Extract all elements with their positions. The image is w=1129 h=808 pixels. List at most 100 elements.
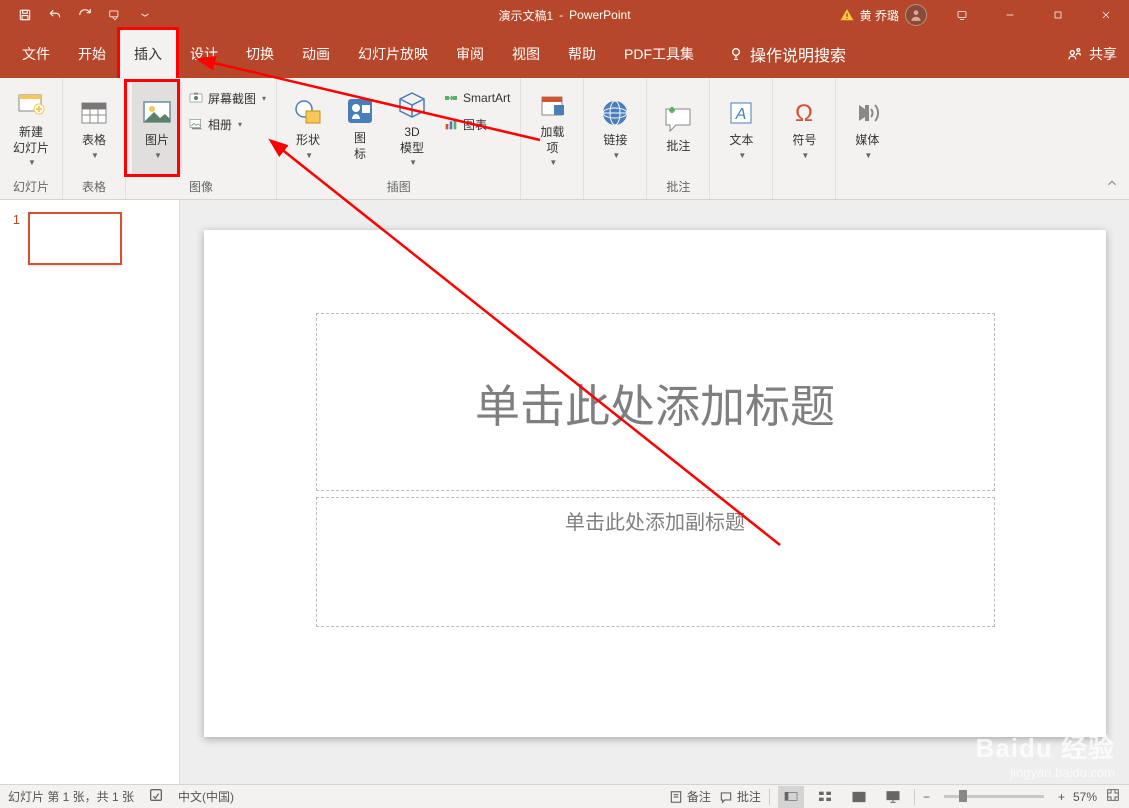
text-button[interactable]: A 文本 ▼ [716,82,766,174]
group-slides: 新建 幻灯片 ▼ 幻灯片 [0,78,63,199]
zoom-in-button[interactable]: + [1058,790,1065,804]
screenshot-icon [188,90,204,106]
chevron-down-icon: ▼ [612,151,620,161]
normal-view-button[interactable] [778,786,804,808]
app-name: PowerPoint [569,8,630,22]
group-addins: 加载 项 ▼ [521,78,584,199]
user-account[interactable]: 黄 乔璐 [830,4,937,26]
language-status[interactable]: 中文(中国) [178,788,234,805]
shapes-icon [292,95,324,131]
table-icon [78,95,110,131]
notes-icon [669,790,683,804]
table-button[interactable]: 表格 ▼ [69,82,119,174]
notes-button[interactable]: 备注 [669,788,711,805]
new-slide-icon [15,87,47,123]
chevron-down-icon: ▼ [549,158,557,168]
zoom-slider[interactable] [944,795,1044,798]
group-label: 幻灯片 [13,176,49,199]
svg-text:A: A [735,106,747,123]
smartart-button[interactable]: SmartArt [439,86,514,110]
addins-icon [536,87,568,123]
fit-to-window-button[interactable] [1105,787,1121,806]
tab-review[interactable]: 审阅 [442,30,498,78]
symbol-button[interactable]: Ω 符号 ▼ [779,82,829,174]
tell-me-search[interactable]: 操作说明搜索 [728,42,846,66]
window-title: 演示文稿1 - PowerPoint [498,7,630,24]
new-slide-button[interactable]: 新建 幻灯片 ▼ [6,82,56,174]
share-icon [1067,46,1083,62]
comments-button[interactable]: 批注 [719,788,761,805]
chevron-down-icon: ▼ [28,158,36,168]
group-label: 图像 [189,176,213,199]
avatar [905,4,927,26]
ribbon-tabs: 文件 开始 插入 设计 切换 动画 幻灯片放映 审阅 视图 帮助 PDF工具集 … [0,30,1129,78]
share-button[interactable]: 共享 [1067,44,1117,64]
tab-insert[interactable]: 插入 [120,30,176,78]
close-button[interactable] [1083,0,1129,30]
tab-help[interactable]: 帮助 [554,30,610,78]
ribbon-display-options[interactable] [939,0,985,30]
quick-access-toolbar [0,2,158,28]
svg-text:Ω: Ω [795,100,813,127]
workspace: 1 单击此处添加标题 单击此处添加副标题 [0,200,1129,784]
3d-models-button[interactable]: 3D 模型 ▼ [387,82,437,174]
group-label: 批注 [666,176,690,199]
slide[interactable]: 单击此处添加标题 单击此处添加副标题 [204,230,1106,737]
media-button[interactable]: 媒体 ▼ [842,82,892,174]
group-illustrations: 形状 ▼ 图 标 3D 模型 ▼ SmartArt 图表 [277,78,521,199]
tab-home[interactable]: 开始 [64,30,120,78]
tab-design[interactable]: 设计 [176,30,232,78]
screenshot-button[interactable]: 屏幕截图▾ [184,86,270,110]
title-placeholder[interactable]: 单击此处添加标题 [316,313,995,491]
title-bar: 演示文稿1 - PowerPoint 黄 乔璐 [0,0,1129,30]
slide-count-status[interactable]: 幻灯片 第 1 张，共 1 张 [8,788,134,805]
addins-button[interactable]: 加载 项 ▼ [527,82,577,174]
undo-button[interactable] [42,2,68,28]
subtitle-placeholder[interactable]: 单击此处添加副标题 [316,497,995,627]
chart-button[interactable]: 图表 [439,112,514,136]
slide-thumbnail[interactable]: 1 [8,212,171,265]
minimize-button[interactable] [987,0,1033,30]
chevron-down-icon: ▼ [864,151,872,161]
shapes-button[interactable]: 形状 ▼ [283,82,333,174]
lightbulb-icon [728,46,744,62]
tab-animations[interactable]: 动画 [288,30,344,78]
maximize-button[interactable] [1035,0,1081,30]
album-icon [188,116,204,132]
ribbon: 新建 幻灯片 ▼ 幻灯片 表格 ▼ 表格 图片 ▼ [0,78,1129,200]
group-label: 插图 [387,176,411,199]
slide-thumbnail-panel: 1 [0,200,180,784]
collapse-ribbon-button[interactable] [1105,176,1119,195]
tab-view[interactable]: 视图 [498,30,554,78]
photo-album-button[interactable]: 相册▾ [184,112,270,136]
smartart-icon [443,90,459,106]
link-button[interactable]: 链接 ▼ [590,82,640,174]
tab-transitions[interactable]: 切换 [232,30,288,78]
reading-view-button[interactable] [846,786,872,808]
media-icon [851,95,883,131]
picture-button[interactable]: 图片 ▼ [132,82,182,174]
tab-file[interactable]: 文件 [8,30,64,78]
tab-slideshow[interactable]: 幻灯片放映 [344,30,442,78]
group-text: A 文本 ▼ [710,78,773,199]
group-symbols: Ω 符号 ▼ [773,78,836,199]
slide-canvas-area[interactable]: 单击此处添加标题 单击此处添加副标题 [180,200,1129,784]
tab-pdf-tools[interactable]: PDF工具集 [610,30,708,78]
spellcheck-button[interactable] [148,787,164,806]
icons-button[interactable]: 图 标 [335,82,385,174]
save-button[interactable] [12,2,38,28]
qat-customize[interactable] [132,2,158,28]
comment-button[interactable]: 批注 [653,82,703,174]
group-tables: 表格 ▼ 表格 [63,78,126,199]
zoom-out-button[interactable]: − [923,790,930,804]
group-label: 表格 [82,176,106,199]
slideshow-view-button[interactable] [880,786,906,808]
slide-sorter-view-button[interactable] [812,786,838,808]
start-from-beginning-button[interactable] [102,2,128,28]
chevron-down-icon: ▼ [801,151,809,161]
redo-button[interactable] [72,2,98,28]
warning-icon [840,8,854,22]
comment-icon [719,790,733,804]
zoom-level[interactable]: 57% [1073,790,1097,804]
group-comments: 批注 批注 [647,78,710,199]
